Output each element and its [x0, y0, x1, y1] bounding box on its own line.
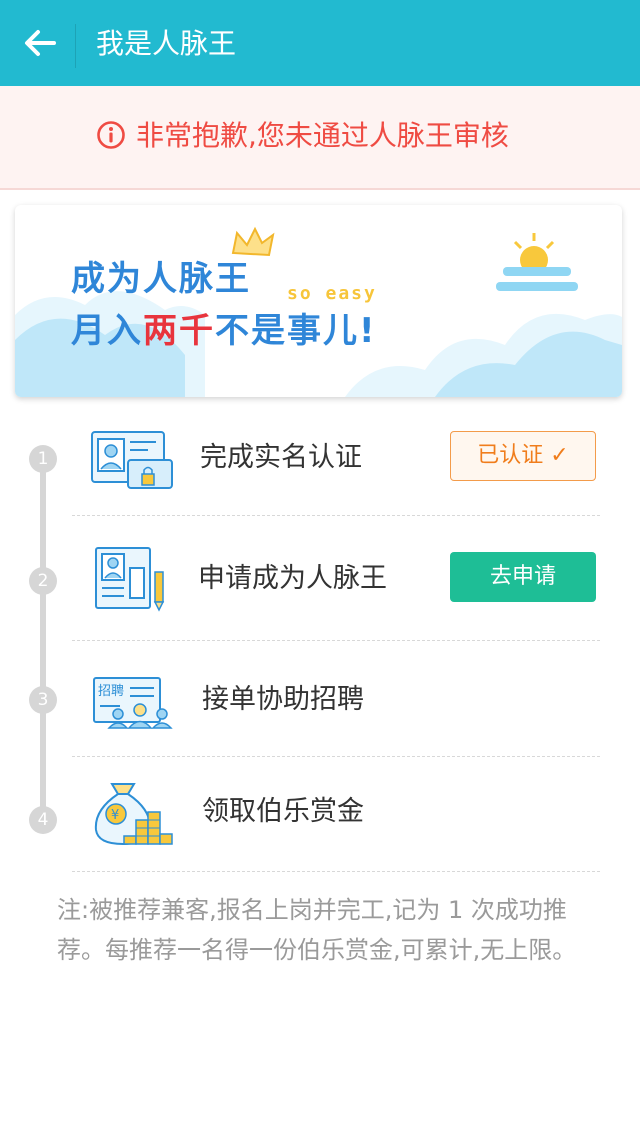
- step-divider: [72, 871, 600, 872]
- banner-subline: 月入两千不是事儿!: [71, 303, 377, 352]
- alert-message: 非常抱歉,您未通过人脉王审核: [136, 119, 509, 152]
- header-divider: [75, 24, 76, 68]
- apply-button[interactable]: 去申请: [450, 552, 596, 602]
- certified-label: 已认证: [477, 443, 544, 468]
- application-form-icon: [95, 547, 165, 612]
- promo-banner[interactable]: 成为人脉王 月入两千不是事儿! so easy: [15, 205, 622, 397]
- step-4-label: 领取伯乐赏金: [202, 796, 364, 827]
- step-divider: [72, 640, 600, 641]
- money-bag-icon: ¥: [94, 783, 173, 846]
- check-icon: ✓: [550, 443, 569, 468]
- recruitment-icon-text: 招聘: [98, 684, 124, 699]
- top-bar: 我是人脉王: [0, 0, 640, 86]
- banner-subline-b: 不是事儿!: [215, 311, 377, 351]
- step-divider: [72, 756, 600, 757]
- step-2-number: 2: [29, 567, 57, 595]
- banner-highlight: 两千: [143, 311, 215, 351]
- step-3-label: 接单协助招聘: [202, 684, 364, 715]
- recruitment-icon: 招聘: [93, 677, 173, 729]
- banner-headline: 成为人脉王: [71, 259, 251, 299]
- step-3-number: 3: [29, 686, 57, 714]
- step-divider: [72, 515, 600, 516]
- banner-subline-a: 月入: [71, 311, 143, 351]
- certified-button[interactable]: 已认证 ✓: [450, 431, 596, 481]
- timeline-line: [40, 460, 46, 820]
- arrow-left-icon: [25, 30, 56, 56]
- banner-tagline: so easy: [287, 283, 377, 304]
- step-2-label: 申请成为人脉王: [198, 563, 387, 594]
- step-1-number: 1: [29, 445, 57, 473]
- reward-note: 注:被推荐兼客,报名上岗并完工,记为 1 次成功推荐。每推荐一名得一份伯乐赏金,…: [57, 896, 577, 964]
- back-button[interactable]: [18, 21, 62, 65]
- info-circle-icon: [97, 121, 125, 149]
- step-1-label: 完成实名认证: [200, 442, 362, 473]
- money-bag-icon-text: ¥: [111, 808, 119, 823]
- id-card-icon: [91, 431, 173, 489]
- step-4-number: 4: [29, 806, 57, 834]
- page-title: 我是人脉王: [96, 27, 237, 60]
